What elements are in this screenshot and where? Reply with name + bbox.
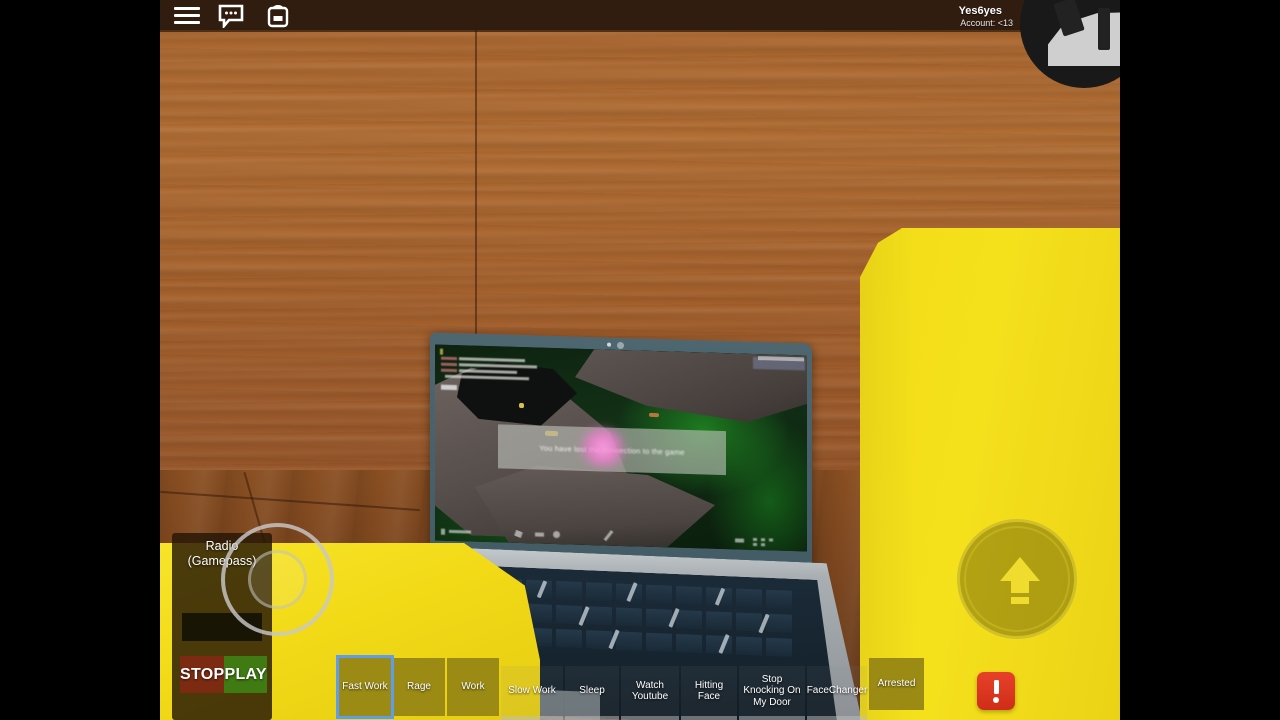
action-button-rage[interactable]: Rage [393,658,445,716]
chat-icon-svg [218,4,244,30]
action-button-hitting-face[interactable]: Hitting Face [681,666,737,720]
action-button-fast-work[interactable]: Fast Work [336,655,394,719]
account-panel[interactable]: Yes6yes Account: <13 [920,0,1120,88]
action-button-base [621,716,679,720]
action-button-base [501,716,563,720]
action-button-base [807,716,867,720]
exclamation-icon [993,680,999,694]
action-button-label: Work [461,681,485,693]
hamburger-menu-icon[interactable] [174,4,200,28]
radio-play-button[interactable]: PLAY [224,656,267,693]
action-button-label: Stop Knocking On My Door [743,673,801,708]
inner-game-render: You have lost the connection to the game [435,344,807,552]
radio-stop-button[interactable]: STOP [180,656,225,693]
action-button-label: Rage [407,681,431,693]
action-button-label: Slow Work [508,685,556,697]
action-button-label: Watch Youtube [631,679,669,703]
action-button-base [739,716,805,720]
laptop-lid: You have lost the connection to the game [430,332,812,566]
action-button-watch-youtube[interactable]: Watch Youtube [621,666,679,720]
account-username: Yes6yes [958,5,1002,17]
account-age-label: Account: <13 [960,18,1013,28]
action-button-label: Sleep [579,685,605,697]
action-button-arrested[interactable]: Arrested [869,658,924,710]
action-button-slow-work[interactable]: Slow Work [501,666,563,720]
action-button-stop-knocking-on-my-door[interactable]: Stop Knocking On My Door [739,666,805,720]
action-button-facechanger[interactable]: FaceChanger [806,666,868,720]
letterbox-left [0,0,160,720]
action-button-base [565,716,619,720]
letterbox-right [1120,0,1280,720]
movement-joystick[interactable] [221,523,334,636]
chat-bubble-icon[interactable] [218,4,244,30]
action-button-label: FaceChanger [806,685,868,697]
exclamation-dot [993,697,999,703]
action-button-row: Fast Work Rage Work Slow Work Sleep Watch You… [336,655,926,720]
action-button-work[interactable]: Work [447,658,499,716]
up-arrow-icon [1000,557,1040,604]
character-arm-right [860,228,1120,720]
action-button-label: Arrested [877,678,916,690]
report-button[interactable] [977,672,1015,710]
action-button-label: Fast Work [342,681,388,693]
laptop-screen: You have lost the connection to the game [435,344,807,552]
action-button-label: Hitting Face [694,679,724,703]
action-button-sleep[interactable]: Sleep [565,666,619,720]
game-viewport: You have lost the connection to the game [160,0,1120,720]
jump-button[interactable] [957,519,1077,639]
action-button-base [681,716,737,720]
game-screenshot: You have lost the connection to the game [0,0,1280,720]
joystick-knob[interactable] [248,550,307,609]
backpack-icon-svg [267,5,289,28]
inner-chat-log [439,348,539,391]
radio-button-group: STOP PLAY [180,656,267,693]
backpack-icon[interactable] [265,4,291,28]
